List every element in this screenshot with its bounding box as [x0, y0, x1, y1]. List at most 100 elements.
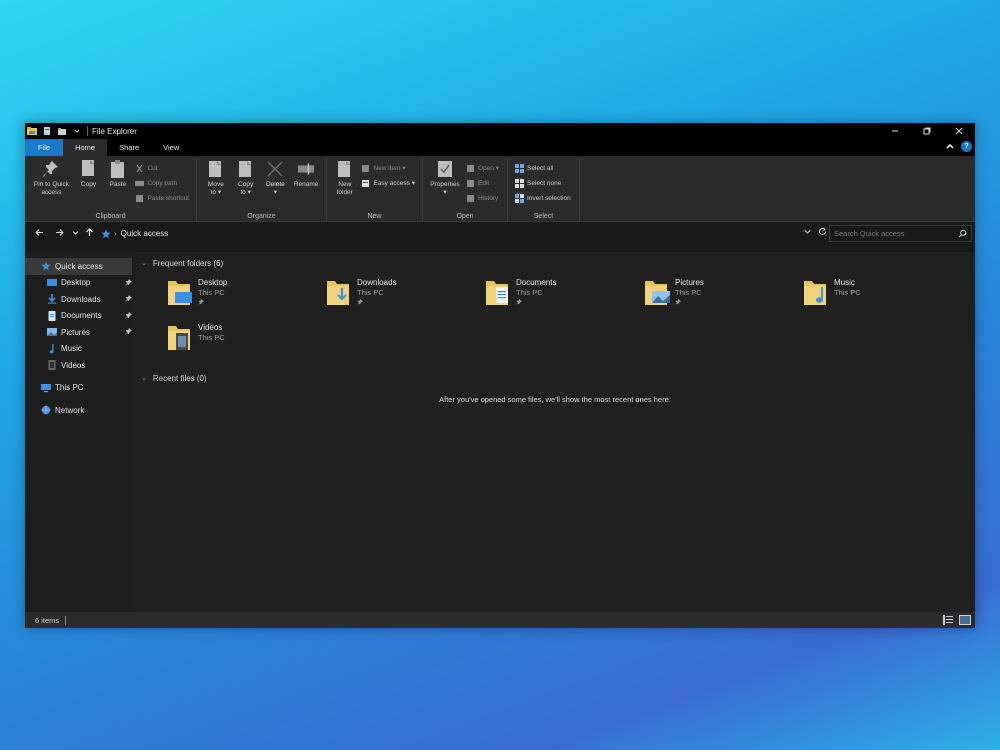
folder-app-icon [27, 126, 37, 136]
folder-tile[interactable]: Music This PC [802, 277, 961, 322]
up-button[interactable] [81, 228, 97, 240]
folder-tile[interactable]: Pictures This PC [643, 277, 802, 322]
properties-icon[interactable] [42, 126, 52, 136]
new-folder-icon [336, 159, 354, 179]
folder-tile[interactable]: Downloads This PC [325, 277, 484, 322]
new-folder-button[interactable]: New folder [332, 159, 357, 221]
new-item-label: New item ▾ [373, 165, 406, 172]
organize-group: Move to ▾ Copy to ▾ Delete ▾ Rename Orga… [197, 159, 327, 221]
frequent-folders-header[interactable]: ⌄ Frequent folders (6) [141, 256, 975, 270]
pin-icon[interactable] [125, 311, 132, 319]
select-none-button[interactable]: Select none [515, 177, 571, 189]
status-divider [65, 615, 67, 625]
forward-button[interactable] [51, 228, 67, 240]
clipboard-small-buttons: Cut Copy path Paste shortcut [135, 159, 189, 221]
easy-access-button[interactable]: Easy access ▾ [361, 177, 415, 189]
restore-button[interactable] [911, 123, 943, 139]
properties-check-icon [436, 159, 454, 179]
pin-icon [198, 299, 204, 305]
move-to-button[interactable]: Move to ▾ [202, 159, 230, 221]
paste-icon [109, 159, 127, 179]
tab-view[interactable]: View [151, 139, 191, 156]
new-group-label: New [367, 213, 382, 220]
invert-selection-button[interactable]: Invert selection [515, 192, 571, 204]
nav-documents[interactable]: Documents [25, 308, 135, 325]
copy-icon [80, 159, 98, 179]
select-group: Select all Select none Invert selection … [508, 159, 580, 221]
pin-icon[interactable] [125, 295, 132, 302]
address-field[interactable]: › Quick access [101, 225, 827, 242]
edit-button[interactable]: Edit [466, 177, 499, 189]
collapse-ribbon-icon[interactable] [945, 142, 955, 152]
breadcrumb-quick-access[interactable]: Quick access [121, 229, 169, 238]
minimize-button[interactable] [879, 123, 911, 139]
search-box[interactable]: Search Quick access [829, 225, 972, 242]
new-folder-icon[interactable] [57, 126, 67, 136]
pin-icon[interactable] [125, 328, 132, 335]
folder-tile[interactable]: Videos This PC [166, 322, 325, 367]
copy-path-button[interactable]: Copy path [135, 177, 189, 189]
nav-pictures-label: Pictures [61, 327, 90, 337]
recent-files-header[interactable]: ⌄ Recent files (0) [141, 371, 975, 385]
help-icon[interactable]: ? [961, 141, 972, 152]
open-button[interactable]: Open ▾ [466, 162, 499, 174]
nav-music[interactable]: Music [25, 341, 135, 358]
new-item-button[interactable]: New item ▾ [361, 162, 415, 174]
rename-button[interactable]: Rename [291, 159, 321, 221]
copy-to-icon [237, 159, 255, 179]
view-mode-controls [943, 615, 971, 625]
copy-to-button[interactable]: Copy to ▾ [232, 159, 260, 221]
delete-button[interactable]: Delete ▾ [262, 159, 290, 221]
paste-button[interactable]: Paste [104, 159, 131, 221]
pin-quick-access-button[interactable]: Pin to Quick access [30, 159, 73, 221]
pin-label-line1: Pin to Quick [33, 181, 69, 188]
tab-file[interactable]: File [25, 139, 64, 156]
select-none-label: Select none [527, 179, 562, 187]
paste-shortcut-button[interactable]: Paste shortcut [135, 192, 189, 204]
pin-icon [516, 299, 522, 305]
download-arrow-icon [47, 294, 57, 304]
scissors-icon [135, 164, 144, 173]
copy-to-label-line2: to ▾ [240, 189, 251, 196]
navigation-pane: Quick access Desktop Downloads Documents… [25, 252, 135, 612]
search-placeholder: Search Quick access [834, 229, 905, 238]
arrow-up-icon [85, 228, 93, 236]
refresh-icon[interactable] [818, 227, 827, 236]
details-view-icon[interactable] [943, 615, 953, 625]
chevron-down-icon[interactable] [72, 126, 82, 136]
arrow-right-icon [55, 229, 64, 236]
folder-tile[interactable]: Desktop This PC [166, 277, 325, 322]
paste-label: Paste [109, 181, 127, 188]
close-button[interactable] [943, 123, 975, 139]
large-icons-view-icon[interactable] [959, 615, 971, 625]
copy-to-label-line1: Copy [238, 181, 254, 188]
restore-icon [923, 127, 931, 135]
address-dropdown-icon[interactable] [803, 227, 812, 236]
properties-dropdown-arrow[interactable]: ▾ [443, 189, 446, 197]
tab-share[interactable]: Share [107, 139, 151, 156]
nav-quick-access-label: Quick access [55, 261, 103, 271]
ribbon-controls: ? [945, 141, 972, 152]
open-group: Properties ▾ Open ▾ Edit History Open [423, 159, 508, 221]
folder-location: This PC [357, 288, 384, 297]
nav-network[interactable]: Network [25, 402, 135, 419]
pin-icon[interactable] [125, 278, 132, 286]
back-button[interactable] [31, 228, 47, 240]
nav-videos[interactable]: Videos [25, 357, 135, 374]
chevron-down-icon: ⌄ [141, 375, 147, 382]
nav-pictures[interactable]: Pictures [25, 324, 135, 341]
folder-tile[interactable]: Documents This PC [484, 277, 643, 322]
history-button[interactable]: History [466, 192, 499, 204]
copy-button[interactable]: Copy [75, 159, 102, 221]
nav-downloads[interactable]: Downloads [25, 291, 135, 308]
nav-quick-access[interactable]: Quick access [25, 258, 132, 275]
nav-desktop[interactable]: Desktop [25, 275, 135, 292]
copy-label: Copy [80, 181, 97, 188]
cut-button[interactable]: Cut [135, 162, 189, 174]
nav-this-pc[interactable]: This PC [25, 380, 135, 397]
new-small-buttons: New item ▾ Easy access ▾ [361, 159, 415, 221]
properties-button[interactable]: Properties ▾ [428, 159, 462, 221]
select-all-button[interactable]: Select all [515, 162, 571, 174]
delete-dropdown-arrow[interactable]: ▾ [274, 189, 277, 197]
tab-home[interactable]: Home [63, 139, 108, 156]
